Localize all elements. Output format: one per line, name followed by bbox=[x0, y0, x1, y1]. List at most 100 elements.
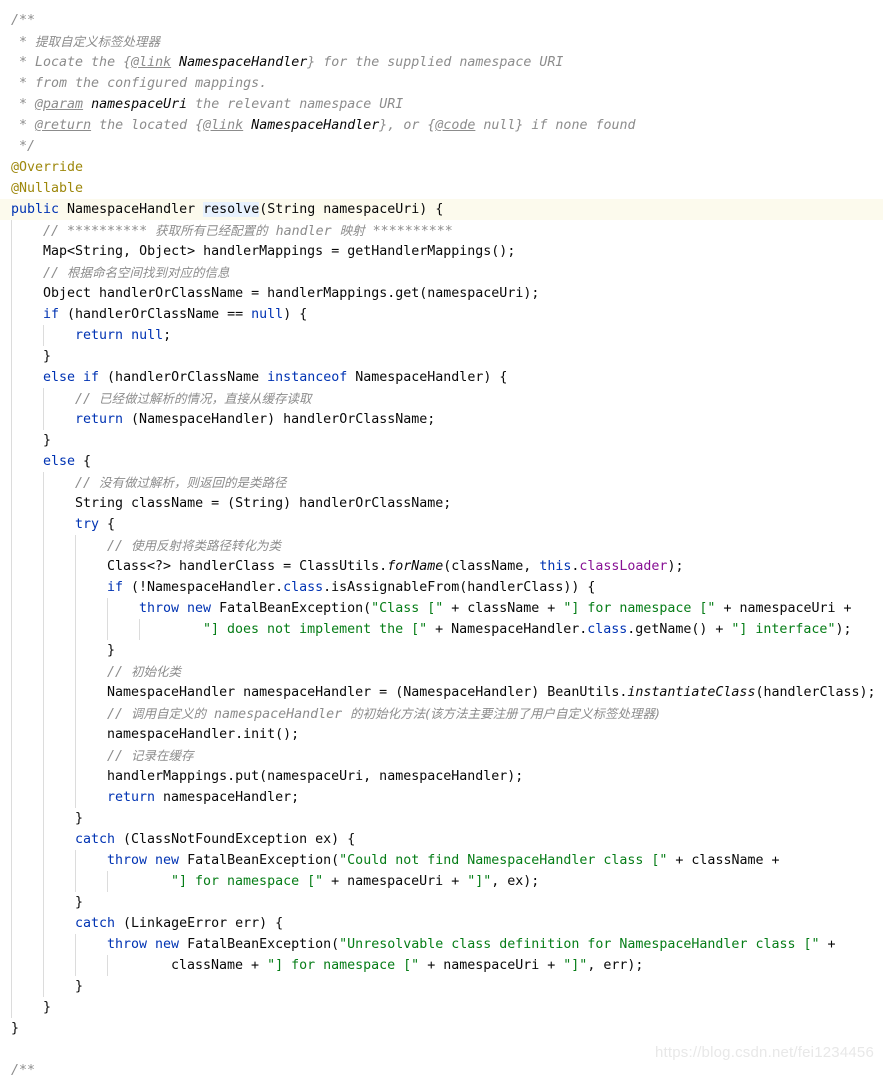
indent-guide bbox=[43, 829, 44, 850]
code-line[interactable]: handlerMappings.put(namespaceUri, namesp… bbox=[0, 766, 883, 787]
indent-guide bbox=[107, 619, 108, 640]
code-line[interactable]: return namespaceHandler; bbox=[0, 787, 883, 808]
code-text: (handlerClass); bbox=[755, 685, 876, 700]
code-text: } bbox=[43, 1000, 52, 1015]
code-line[interactable]: throw new FatalBeanException("Could not … bbox=[0, 850, 883, 871]
code-line[interactable]: } bbox=[0, 808, 883, 829]
code-line[interactable]: return null; bbox=[0, 325, 883, 346]
code-text: Map<String, Object> handlerMappings = ge… bbox=[43, 244, 516, 259]
code-line[interactable]: if (!NamespaceHandler.class.isAssignable… bbox=[0, 577, 883, 598]
code-text: (handlerOrClassName == bbox=[59, 307, 252, 322]
comment-text: // bbox=[107, 665, 132, 680]
indent-guide bbox=[11, 997, 12, 1018]
code-line[interactable]: String className = (String) handlerOrCla… bbox=[0, 493, 883, 514]
code-line[interactable]: } bbox=[0, 430, 883, 451]
code-line[interactable]: Class<?> handlerClass = ClassUtils.forNa… bbox=[0, 556, 883, 577]
code-line[interactable]: * 提取自定义标签处理器 bbox=[0, 31, 883, 52]
javadoc-tag: @param bbox=[35, 97, 84, 112]
code-line[interactable]: */ bbox=[0, 136, 883, 157]
comment-text: // bbox=[75, 392, 100, 407]
code-line[interactable]: // 已经做过解析的情况，直接从缓存读取 bbox=[0, 388, 883, 409]
keyword: return bbox=[75, 328, 124, 343]
code-line[interactable]: @Override bbox=[0, 157, 883, 178]
code-editor[interactable]: /** * 提取自定义标签处理器 * Locate the {@link Nam… bbox=[0, 0, 883, 1078]
code-line[interactable]: if (handlerOrClassName == null) { bbox=[0, 304, 883, 325]
indent-guide bbox=[75, 682, 76, 703]
keyword: return bbox=[75, 412, 124, 427]
indent-guide bbox=[11, 451, 12, 472]
indent-guide bbox=[11, 955, 12, 976]
code-line[interactable]: // 调用自定义的 namespaceHandler 的初始化方法(该方法主要注… bbox=[0, 703, 883, 724]
code-line[interactable]: try { bbox=[0, 514, 883, 535]
code-line[interactable]: catch (ClassNotFoundException ex) { bbox=[0, 829, 883, 850]
code-line[interactable]: // 使用反射将类路径转化为类 bbox=[0, 535, 883, 556]
code-line[interactable]: Object handlerOrClassName = handlerMappi… bbox=[0, 283, 883, 304]
string-literal: "]" bbox=[467, 874, 492, 889]
comment-text: /** bbox=[11, 13, 36, 28]
indent-guide bbox=[107, 871, 108, 892]
comment-text: }, or { bbox=[379, 118, 436, 133]
indent-guide bbox=[43, 955, 44, 976]
indent-guide bbox=[43, 850, 44, 871]
code-line[interactable]: // 根据命名空间找到对应的信息 bbox=[0, 262, 883, 283]
code-text: ); bbox=[835, 622, 852, 637]
code-line[interactable]: * @param namespaceUri the relevant names… bbox=[0, 94, 883, 115]
indent-guide bbox=[11, 556, 12, 577]
code-text: , err); bbox=[587, 958, 644, 973]
indent-guide bbox=[75, 787, 76, 808]
code-line-caret[interactable]: public NamespaceHandler resolve(String n… bbox=[0, 199, 883, 220]
code-line[interactable]: } bbox=[0, 892, 883, 913]
keyword: try bbox=[75, 517, 100, 532]
code-line[interactable]: } bbox=[0, 976, 883, 997]
code-line[interactable]: } bbox=[0, 346, 883, 367]
code-line[interactable]: namespaceHandler.init(); bbox=[0, 724, 883, 745]
code-line[interactable]: } bbox=[0, 1018, 883, 1039]
javadoc-reference: namespaceUri bbox=[91, 97, 188, 112]
code-line[interactable]: className + "] for namespace [" + namesp… bbox=[0, 955, 883, 976]
code-text: + namespaceUri + bbox=[323, 874, 468, 889]
indent-guide bbox=[11, 430, 12, 451]
indent-guide bbox=[43, 892, 44, 913]
code-line[interactable]: @Nullable bbox=[0, 178, 883, 199]
indent-guide bbox=[11, 934, 12, 955]
string-literal: "Class [" bbox=[371, 601, 444, 616]
keyword: instanceof bbox=[267, 370, 348, 385]
indent-guide bbox=[75, 850, 76, 871]
indent-guide bbox=[11, 661, 12, 682]
code-line[interactable]: "] for namespace [" + namespaceUri + "]"… bbox=[0, 871, 883, 892]
code-line[interactable]: } bbox=[0, 997, 883, 1018]
indent-guide bbox=[11, 871, 12, 892]
comment-cjk-text: 初始化类 bbox=[131, 664, 182, 679]
code-line[interactable]: // ********** 获取所有已经配置的 handler 映射 *****… bbox=[0, 220, 883, 241]
code-line[interactable]: * from the configured mappings. bbox=[0, 73, 883, 94]
indent-guide bbox=[107, 598, 108, 619]
indent-guide bbox=[75, 598, 76, 619]
code-line[interactable]: // 初始化类 bbox=[0, 661, 883, 682]
code-line[interactable]: else { bbox=[0, 451, 883, 472]
code-line[interactable]: } bbox=[0, 640, 883, 661]
code-line[interactable]: * Locate the {@link NamespaceHandler} fo… bbox=[0, 52, 883, 73]
indent-guide bbox=[11, 619, 12, 640]
javadoc-reference: NamespaceHandler bbox=[179, 55, 308, 70]
code-line[interactable]: Map<String, Object> handlerMappings = ge… bbox=[0, 241, 883, 262]
code-line[interactable]: return (NamespaceHandler) handlerOrClass… bbox=[0, 409, 883, 430]
code-line[interactable]: NamespaceHandler namespaceHandler = (Nam… bbox=[0, 682, 883, 703]
comment-cjk-text: 记录在缓存 bbox=[131, 748, 194, 763]
code-line[interactable]: /** bbox=[0, 10, 883, 31]
code-line[interactable]: catch (LinkageError err) { bbox=[0, 913, 883, 934]
code-text: (String namespaceUri) { bbox=[259, 202, 444, 217]
code-line[interactable]: // 没有做过解析，则返回的是类路径 bbox=[0, 472, 883, 493]
highlighted-identifier: resolve bbox=[203, 202, 260, 217]
indent-guide bbox=[11, 829, 12, 850]
code-line[interactable]: throw new FatalBeanException("Class [" +… bbox=[0, 598, 883, 619]
indent-guide bbox=[11, 976, 12, 997]
code-line[interactable]: "] does not implement the [" + Namespace… bbox=[0, 619, 883, 640]
code-line[interactable]: else if (handlerOrClassName instanceof N… bbox=[0, 367, 883, 388]
indent-guide bbox=[43, 577, 44, 598]
javadoc-tag: @code bbox=[435, 118, 476, 133]
comment-cjk-text: 提取自定义标签处理器 bbox=[35, 34, 161, 49]
code-line[interactable]: * @return the located {@link NamespaceHa… bbox=[0, 115, 883, 136]
comment-text: // bbox=[43, 266, 68, 281]
code-line[interactable]: // 记录在缓存 bbox=[0, 745, 883, 766]
code-line[interactable]: throw new FatalBeanException("Unresolvab… bbox=[0, 934, 883, 955]
